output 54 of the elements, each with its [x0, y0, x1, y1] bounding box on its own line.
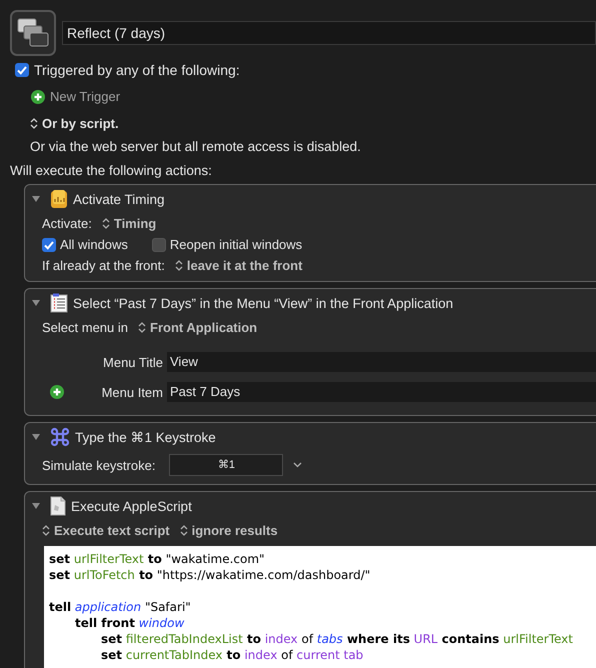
- up-down-chevron-icon: [180, 525, 188, 536]
- new-trigger-link[interactable]: New Trigger: [50, 89, 120, 104]
- script-file-icon: [50, 496, 66, 516]
- script-popup[interactable]: Or by script.: [30, 116, 119, 131]
- macro-icon[interactable]: [10, 10, 56, 56]
- front-behavior-popup[interactable]: leave it at the front: [174, 258, 302, 273]
- action-title: Execute AppleScript: [71, 498, 192, 514]
- checkbox-label: All windows: [60, 237, 128, 252]
- code-line: tell front window: [75, 615, 184, 631]
- disclosure-icon[interactable]: [31, 194, 41, 204]
- list-icon: [50, 293, 68, 313]
- field-label: Menu Title: [102, 354, 163, 370]
- code-line: set urlToFetch to "https://wakatime.com/dashboard/": [49, 567, 370, 583]
- disclosure-icon[interactable]: [31, 432, 41, 442]
- text-field[interactable]: Past 7 Days: [167, 382, 596, 402]
- action-title: Activate Timing: [73, 192, 165, 206]
- timing-app-icon: [50, 189, 68, 209]
- script-editor[interactable]: [44, 546, 596, 668]
- option-popup[interactable]: Execute text script: [42, 523, 170, 538]
- code-line: set filteredTabIndexList to index of tabs where its URL contains urlFilterText: [101, 631, 573, 647]
- checkbox[interactable]: [152, 238, 166, 252]
- command-key-icon: [50, 427, 70, 447]
- add-icon[interactable]: [31, 90, 45, 104]
- activate-label: Activate:: [42, 216, 92, 231]
- chevron-down-icon[interactable]: [293, 462, 302, 468]
- up-down-chevron-icon: [102, 218, 110, 229]
- macro-name-field[interactable]: Reflect (7 days): [62, 21, 596, 45]
- application-popup[interactable]: Timing: [102, 216, 156, 231]
- code-line: set urlFilterText to "wakatime.com": [49, 551, 265, 567]
- select-menu-label: Select menu in: [42, 320, 128, 335]
- text-field[interactable]: View: [167, 352, 596, 372]
- disclosure-icon[interactable]: [31, 501, 41, 511]
- actions-heading: Will execute the following actions:: [10, 163, 212, 178]
- up-down-chevron-icon: [138, 322, 146, 333]
- keystroke-field[interactable]: ⌘1: [169, 454, 284, 476]
- up-down-chevron-icon: [30, 118, 38, 129]
- code-line: set currentTabIndex to index of current tab: [101, 647, 364, 663]
- up-down-chevron-icon: [42, 525, 50, 536]
- code-line: tell application "Safari": [49, 599, 191, 615]
- checkbox[interactable]: [42, 238, 56, 252]
- add-icon[interactable]: [50, 385, 64, 399]
- keystroke-label: Simulate keystroke:: [42, 458, 156, 472]
- trigger-label: Triggered by any of the following:: [34, 62, 240, 78]
- checkbox[interactable]: [15, 63, 29, 77]
- action-title: Select “Past 7 Days” in the Menu “View” in the Front Application: [73, 296, 454, 310]
- web-server-note: Or via the web server but all remote access is disabled.: [30, 139, 361, 154]
- application-popup[interactable]: Front Application: [138, 320, 258, 335]
- option-popup[interactable]: ignore results: [180, 523, 278, 538]
- field-label: Menu Item: [100, 384, 163, 400]
- disclosure-icon[interactable]: [31, 298, 41, 308]
- up-down-chevron-icon: [174, 260, 183, 271]
- action-title: Type the ⌘1 Keystroke: [75, 429, 216, 445]
- checkbox-label: Reopen initial windows: [170, 237, 302, 252]
- front-label: If already at the front:: [42, 258, 165, 273]
